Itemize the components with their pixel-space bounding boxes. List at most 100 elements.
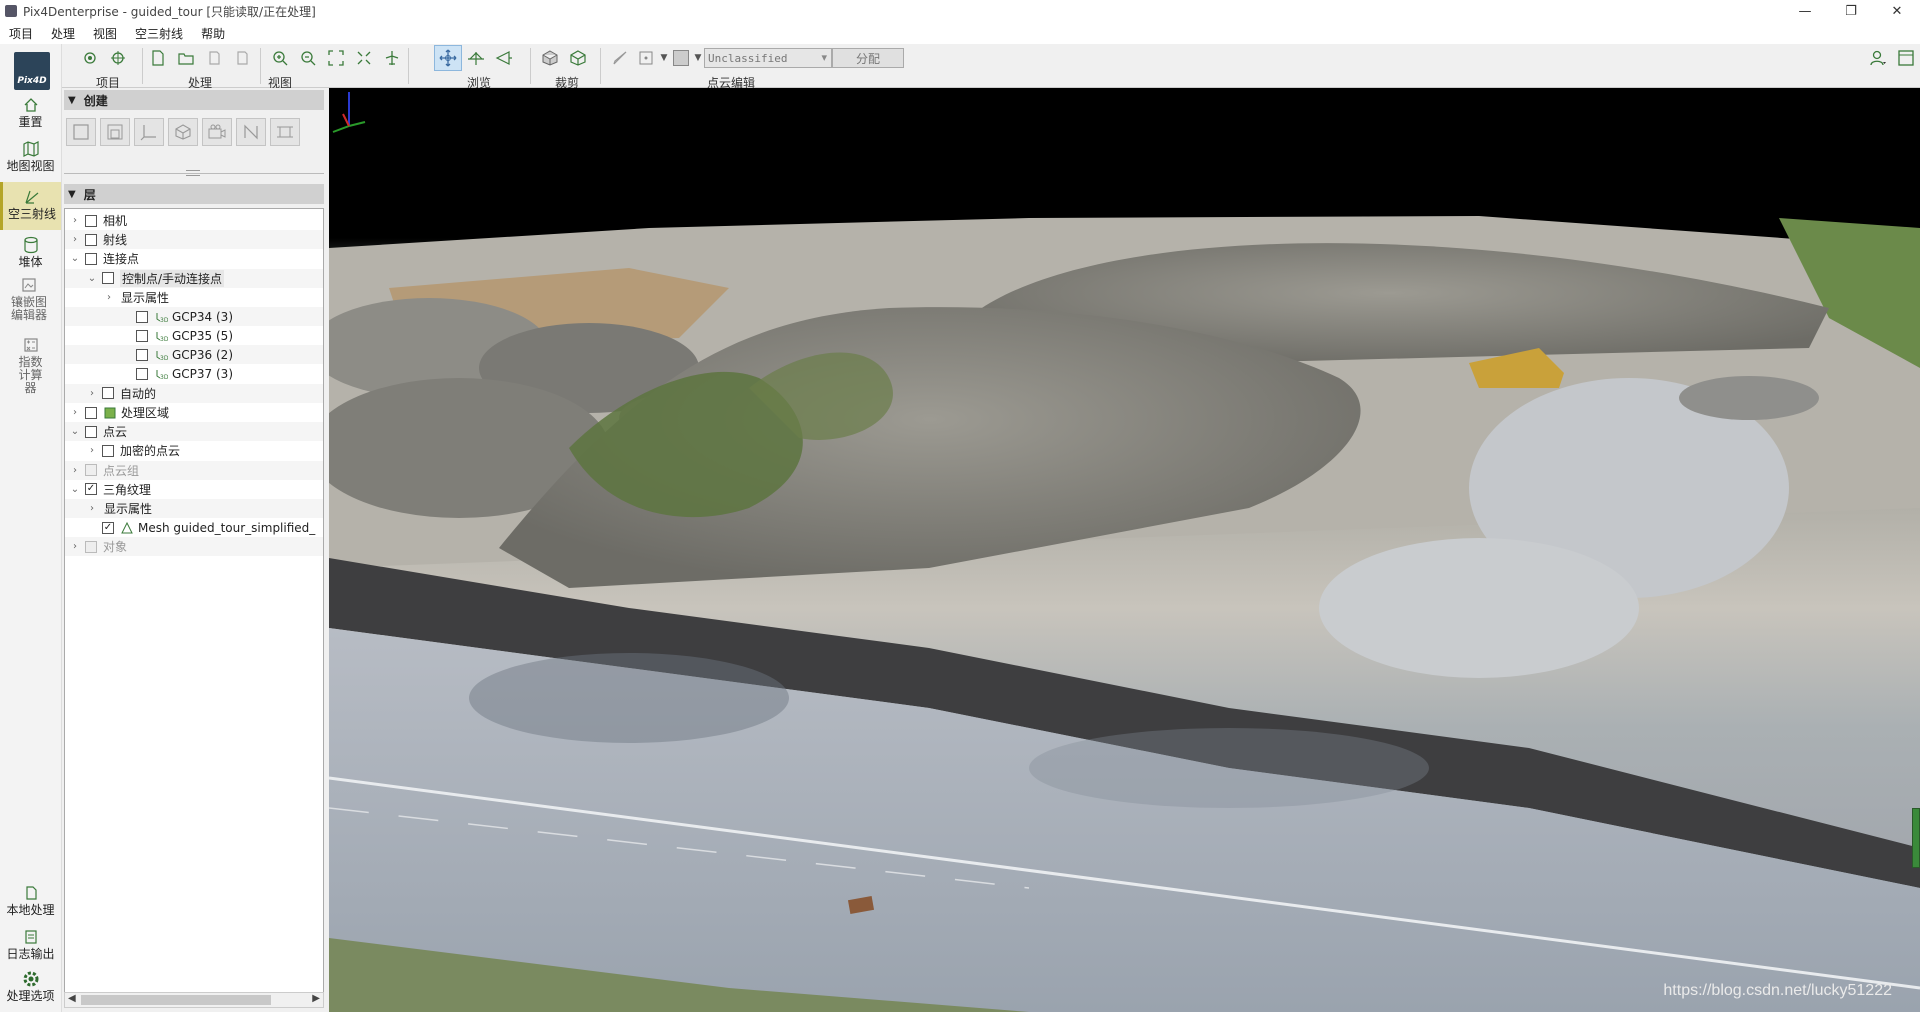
- fly-icon[interactable]: [490, 45, 518, 71]
- color-box-icon[interactable]: [670, 45, 692, 71]
- layer-checkbox[interactable]: ✓: [102, 521, 114, 534]
- layer-checkbox[interactable]: [102, 272, 114, 285]
- layer-checkbox[interactable]: [136, 310, 148, 323]
- clip-box-icon[interactable]: [536, 45, 564, 71]
- layer-checkbox[interactable]: [136, 348, 148, 361]
- user-icon[interactable]: [1864, 45, 1892, 71]
- tree-horizontal-scrollbar[interactable]: ◀ ▶: [64, 992, 324, 1008]
- tree-row[interactable]: 3D GCP37 (3): [65, 365, 323, 384]
- chevron-right-icon[interactable]: ›: [86, 503, 98, 514]
- rail-map-view-button[interactable]: 地图视图: [0, 140, 61, 173]
- tree-row[interactable]: › 对象: [65, 537, 323, 557]
- minimize-button[interactable]: —: [1782, 0, 1828, 22]
- new-measure-icon[interactable]: [270, 118, 300, 146]
- new-volume-icon[interactable]: [168, 118, 198, 146]
- create-section-header[interactable]: ▼ 创建: [64, 90, 324, 110]
- layer-checkbox[interactable]: [136, 368, 148, 381]
- chevron-down-icon[interactable]: ⌄: [69, 253, 81, 264]
- layer-checkbox[interactable]: [85, 464, 97, 477]
- tree-row[interactable]: › 处理区域: [65, 403, 323, 422]
- layers-section-header[interactable]: ▼ 层: [64, 184, 324, 204]
- layer-checkbox[interactable]: [136, 329, 148, 342]
- new-orthoplane-icon[interactable]: [236, 118, 266, 146]
- layer-checkbox[interactable]: [85, 233, 97, 246]
- tree-row[interactable]: › 射线: [65, 230, 323, 250]
- rail-volume-button[interactable]: 堆体: [0, 236, 61, 269]
- new-video-icon[interactable]: [202, 118, 232, 146]
- scroll-right-icon[interactable]: ▶: [312, 993, 320, 1004]
- rail-home-button[interactable]: 重置: [0, 96, 61, 129]
- splitter-grip-icon[interactable]: [186, 170, 200, 176]
- close-button[interactable]: ✕: [1874, 0, 1920, 22]
- layer-checkbox[interactable]: [85, 540, 97, 553]
- chevron-right-icon[interactable]: ›: [86, 445, 98, 456]
- tree-row[interactable]: 3D GCP36 (2): [65, 345, 323, 365]
- restore-button[interactable]: ❐: [1828, 0, 1874, 22]
- 3d-viewport[interactable]: https://blog.csdn.net/lucky51222: [329, 88, 1920, 1012]
- tree-row[interactable]: › 显示属性: [65, 499, 323, 518]
- chevron-right-icon[interactable]: ›: [69, 215, 81, 226]
- pan-icon[interactable]: [434, 45, 462, 71]
- chevron-down-icon[interactable]: ⌄: [69, 426, 81, 437]
- tree-row[interactable]: 3D GCP35 (5): [65, 326, 323, 345]
- sync-icon[interactable]: [228, 45, 256, 71]
- chevron-down-icon[interactable]: ⌄: [69, 484, 81, 495]
- layers-icon[interactable]: [76, 45, 104, 71]
- plane-icon[interactable]: [378, 45, 406, 71]
- layer-checkbox[interactable]: ✓: [85, 483, 97, 496]
- layer-checkbox[interactable]: [102, 444, 114, 457]
- rail-log-output-button[interactable]: 日志输出: [0, 928, 61, 961]
- menu-view[interactable]: 视图: [84, 25, 126, 42]
- rail-processing-options-button[interactable]: 处理选项: [0, 970, 61, 1003]
- focus-icon[interactable]: [350, 45, 378, 71]
- tree-row[interactable]: ⌄ 连接点: [65, 249, 323, 268]
- tree-row[interactable]: › 相机: [65, 211, 323, 230]
- chevron-right-icon[interactable]: ›: [69, 234, 81, 245]
- tree-row[interactable]: ⌄ 控制点/手动连接点: [65, 268, 323, 288]
- tree-row[interactable]: › 自动的: [65, 383, 323, 403]
- chevron-right-icon[interactable]: ›: [103, 292, 115, 303]
- menu-process[interactable]: 处理: [42, 25, 84, 42]
- new-polyline-icon[interactable]: [66, 118, 96, 146]
- chevron-down-icon[interactable]: ⌄: [86, 273, 98, 284]
- chevron-right-icon[interactable]: ›: [69, 465, 81, 476]
- chevron-right-icon[interactable]: ›: [86, 388, 98, 399]
- menu-project[interactable]: 项目: [0, 25, 42, 42]
- menu-help[interactable]: 帮助: [192, 25, 234, 42]
- target-icon[interactable]: [104, 45, 132, 71]
- layer-checkbox[interactable]: [85, 406, 97, 419]
- open-folder-icon[interactable]: [172, 45, 200, 71]
- new-surface-icon[interactable]: [100, 118, 130, 146]
- layer-checkbox[interactable]: [85, 214, 97, 227]
- clip-box-edit-icon[interactable]: [564, 45, 592, 71]
- file-check-icon[interactable]: [144, 45, 172, 71]
- zoom-out-icon[interactable]: [294, 45, 322, 71]
- zoom-in-icon[interactable]: [266, 45, 294, 71]
- layer-checkbox[interactable]: [85, 252, 97, 265]
- scroll-thumb[interactable]: [81, 995, 271, 1005]
- layer-checkbox[interactable]: [102, 387, 114, 400]
- assign-button[interactable]: 分配: [832, 48, 904, 68]
- viewport-scroll-indicator[interactable]: [1912, 808, 1920, 868]
- chevron-down-icon[interactable]: ▼: [658, 45, 670, 71]
- new-axis-icon[interactable]: [134, 118, 164, 146]
- tree-row[interactable]: ⌄ ✓ 三角纹理: [65, 480, 323, 499]
- zoom-extent-icon[interactable]: [322, 45, 350, 71]
- orbit-icon[interactable]: [462, 45, 490, 71]
- rail-raycloud-button[interactable]: 空三射线: [0, 182, 61, 230]
- tree-row[interactable]: › 点云组: [65, 460, 323, 480]
- color-dropdown-icon[interactable]: ▼: [692, 45, 704, 71]
- classification-select[interactable]: Unclassified: [704, 48, 832, 68]
- tree-row[interactable]: ⌄ 点云: [65, 422, 323, 442]
- tree-row[interactable]: ✓ Mesh guided_tour_simplified_: [65, 518, 323, 537]
- tree-row[interactable]: › 显示属性: [65, 288, 323, 307]
- tree-row[interactable]: › 加密的点云: [65, 441, 323, 460]
- rail-index-calculator-button[interactable]: 指数计算器: [0, 336, 61, 395]
- chevron-right-icon[interactable]: ›: [69, 407, 81, 418]
- layer-checkbox[interactable]: [85, 425, 97, 438]
- chevron-right-icon[interactable]: ›: [69, 541, 81, 552]
- select-points-icon[interactable]: [634, 45, 658, 71]
- tree-row[interactable]: 3D GCP34 (3): [65, 307, 323, 326]
- menu-raycloud[interactable]: 空三射线: [126, 25, 192, 42]
- brush-icon[interactable]: [606, 45, 634, 71]
